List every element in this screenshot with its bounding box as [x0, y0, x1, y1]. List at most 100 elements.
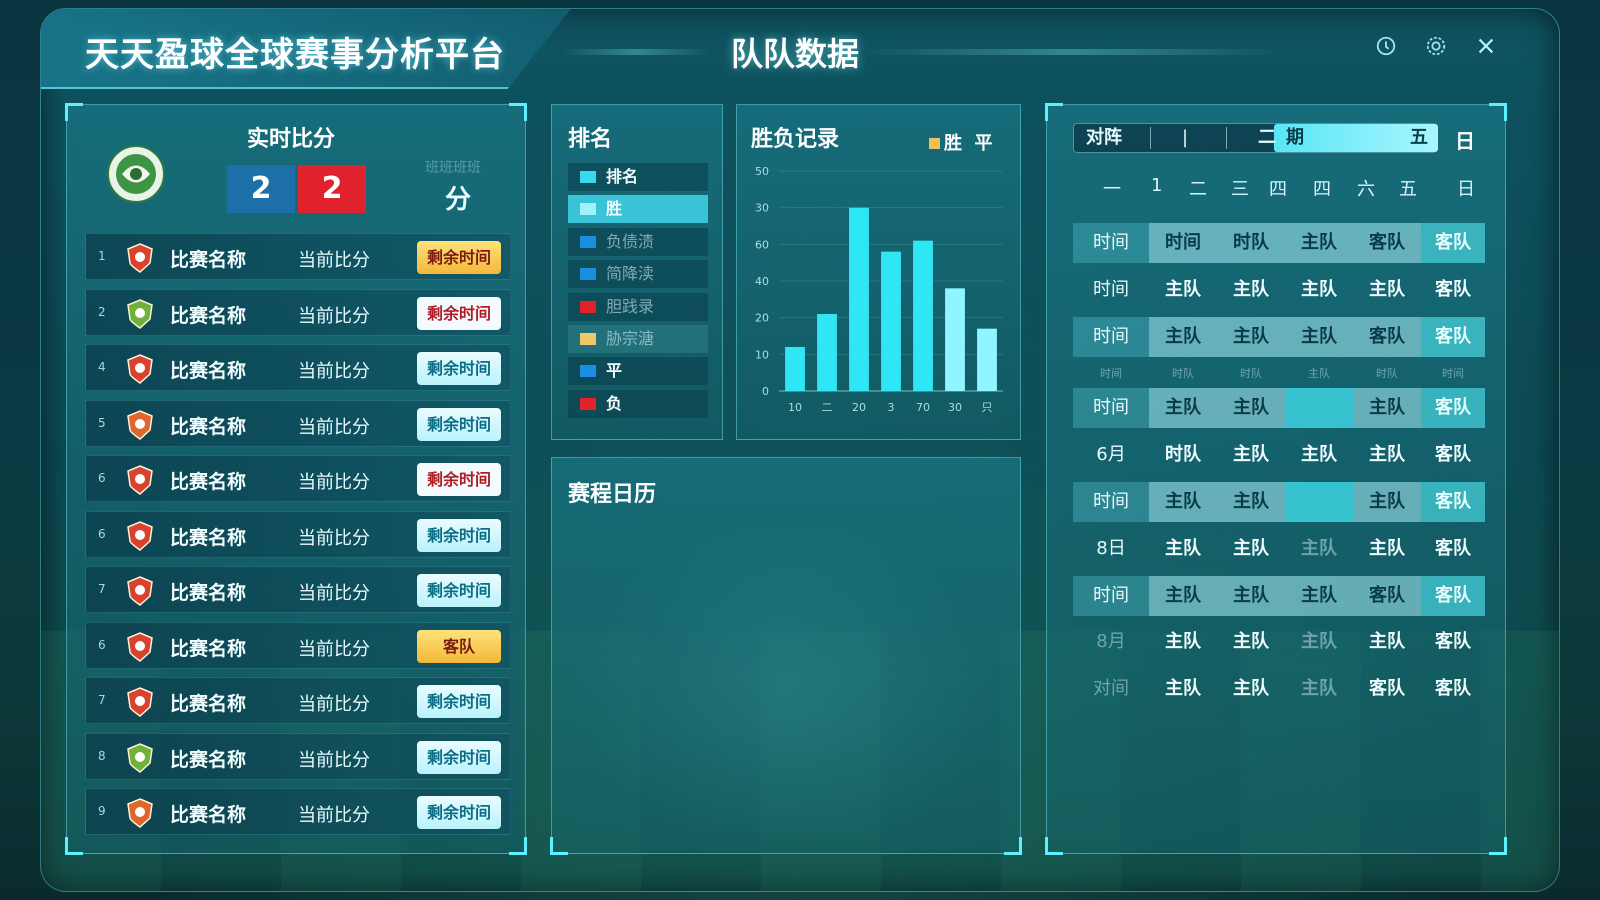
fixture-team-cell: 主队: [1301, 537, 1337, 559]
match-score: 当前比分: [298, 749, 370, 771]
fixture-team-cell: 主队: [1301, 678, 1337, 700]
club-logo: [107, 145, 165, 203]
match-row[interactable]: 8 比赛名称 当前比分 剩余时间: [85, 732, 511, 780]
weekday-label[interactable]: 三: [1231, 175, 1249, 201]
ranking-item[interactable]: 平: [568, 357, 708, 386]
week-tab-sun[interactable]: 日: [1455, 125, 1475, 154]
record-title: 胜负记录: [751, 127, 840, 152]
fixtures-table: 时间 时间 时队 主队 客队 客队 时间 主队 主队 主队 主队 客队 时间 主队 主队 主队 客队 客队 时间 时队…: [1073, 223, 1485, 716]
fixture-row[interactable]: 时间 时队 时队 主队 时队 时间: [1073, 363, 1485, 385]
time-remaining-badge[interactable]: 剩余时间: [417, 740, 501, 774]
match-row[interactable]: 7 比赛名称 当前比分 剩余时间: [85, 566, 511, 613]
weekday-label[interactable]: 五: [1399, 175, 1417, 201]
weekday-label[interactable]: 日: [1457, 175, 1475, 201]
match-row[interactable]: 6 比赛名称 当前比分 剩余时间: [85, 510, 511, 558]
match-row[interactable]: 9 比赛名称 当前比分 剩余时间: [85, 788, 511, 835]
bar[interactable]: [945, 288, 965, 391]
match-index: 7: [98, 693, 106, 707]
time-remaining-badge[interactable]: 剩余时间: [417, 352, 501, 385]
weekday-label[interactable]: 四: [1269, 175, 1287, 201]
match-score: 当前比分: [298, 694, 370, 715]
close-icon[interactable]: [1473, 35, 1499, 61]
match-row[interactable]: 4 比赛名称 当前比分 剩余时间: [85, 344, 511, 391]
week-tab-period[interactable]: 期: [1286, 124, 1304, 152]
fixture-row[interactable]: 时间 时间 时队 主队 客队 客队: [1073, 223, 1485, 263]
gear-icon[interactable]: [1423, 35, 1449, 61]
match-name: 比赛名称: [170, 415, 247, 438]
fixture-row[interactable]: 时间 主队 主队 主队 客队 客队: [1073, 575, 1485, 616]
fixture-team-cell: 主队: [1353, 481, 1421, 522]
weekday-label[interactable]: 一: [1103, 175, 1121, 201]
match-row[interactable]: 6 比赛名称 当前比分 剩余时间: [85, 455, 511, 502]
ranking-item[interactable]: 胜: [568, 195, 708, 224]
fixture-row[interactable]: 时间 主队 主队 主队 客队 客队: [1073, 316, 1485, 357]
match-row[interactable]: 1 比赛名称 当前比分 剩余时间: [85, 233, 511, 280]
x-tick-label: 10: [788, 401, 802, 414]
time-remaining-badge[interactable]: 剩余时间: [417, 407, 501, 441]
fixture-team-cell: 客队: [1435, 278, 1471, 300]
week-selector[interactable]: 对阵 | 二 期 五: [1073, 123, 1438, 153]
fixture-row[interactable]: 时间 主队 主队 主队 客队: [1073, 481, 1485, 522]
time-remaining-badge[interactable]: 客队: [417, 629, 501, 663]
ranking-item[interactable]: 胆践录: [568, 292, 708, 321]
bar[interactable]: [881, 251, 901, 391]
match-score: 当前比分: [298, 250, 370, 271]
week-tab-fri[interactable]: 五: [1410, 124, 1428, 152]
weekday-label[interactable]: 六: [1357, 175, 1375, 201]
time-remaining-badge[interactable]: 剩余时间: [417, 463, 501, 496]
ranking-item[interactable]: 负债渍: [568, 227, 708, 256]
weekday-label[interactable]: 二: [1189, 175, 1207, 201]
fixture-team-cell: 客队: [1353, 575, 1421, 616]
match-name: 比赛名称: [170, 249, 247, 271]
x-tick-label: 只: [982, 401, 993, 414]
ranking-item[interactable]: 排名: [568, 163, 708, 191]
match-row[interactable]: 5 比赛名称 当前比分 剩余时间: [85, 399, 511, 447]
fixture-row[interactable]: 时间 主队 主队 主队 主队 客队: [1073, 270, 1485, 310]
fixture-row[interactable]: 6月 时队 主队 主队 主队 客队: [1073, 435, 1485, 475]
week-tab-matchup[interactable]: 对阵: [1086, 124, 1122, 152]
fixture-team-cell: 主队: [1301, 444, 1337, 466]
week-tab-2[interactable]: |: [1182, 124, 1188, 152]
color-swatch: [580, 397, 596, 410]
week-tab-3[interactable]: 二: [1258, 124, 1276, 152]
match-index: 6: [98, 637, 106, 652]
bar[interactable]: [785, 347, 805, 391]
match-row[interactable]: 7 比赛名称 当前比分 剩余时间: [85, 677, 511, 724]
fixture-team-cell: 主队: [1149, 388, 1217, 429]
bar[interactable]: [849, 207, 869, 391]
match-row[interactable]: 2 比赛名称 当前比分 剩余时间: [85, 288, 511, 336]
weekday-label[interactable]: 1: [1151, 175, 1162, 196]
weekday-label[interactable]: 四: [1313, 175, 1331, 201]
time-remaining-badge[interactable]: 剩余时间: [417, 518, 501, 552]
ranking-item[interactable]: 胁宗溏: [568, 324, 708, 353]
question-icon[interactable]: [1373, 35, 1399, 61]
ranking-item[interactable]: 简降渎: [568, 260, 708, 289]
bar-chart: 0 10 20 40 60 30 50 10 二 20 3 70 30 只: [755, 165, 1003, 414]
fixture-team-cell: 主队: [1308, 367, 1330, 381]
fixture-team-cell: 客队: [1421, 223, 1485, 263]
match-name: 比赛名称: [170, 693, 247, 715]
match-index: 9: [98, 804, 106, 818]
fixture-team-cell: 客队: [1435, 537, 1471, 559]
match-row[interactable]: 6 比赛名称 当前比分 客队: [85, 621, 511, 669]
fixture-time-cell: 6月: [1096, 444, 1126, 466]
ranking-item[interactable]: 负: [568, 389, 708, 418]
match-index: 5: [98, 415, 106, 430]
fixture-row[interactable]: 8日 主队 主队 主队 主队 客队: [1073, 529, 1485, 569]
fixture-row[interactable]: 时间 主队 主队 主队 客队: [1073, 388, 1485, 429]
time-remaining-badge[interactable]: 剩余时间: [417, 574, 501, 607]
bar[interactable]: [817, 314, 837, 391]
time-remaining-badge[interactable]: 剩余时间: [417, 296, 501, 330]
time-remaining-badge[interactable]: 剩余时间: [417, 685, 501, 718]
fixture-row[interactable]: 8月 主队 主队 主队 主队 客队: [1073, 622, 1485, 662]
color-swatch: [580, 171, 596, 183]
calendar-area[interactable]: [572, 518, 1000, 833]
time-remaining-badge[interactable]: 剩余时间: [417, 796, 501, 829]
time-remaining-badge[interactable]: 剩余时间: [417, 241, 501, 274]
fixture-team-cell: 主队: [1233, 678, 1269, 700]
team-crest-icon: [126, 409, 154, 440]
bar[interactable]: [913, 240, 933, 391]
bar[interactable]: [977, 328, 997, 391]
team-crest-icon: [126, 742, 154, 773]
fixture-row[interactable]: 对间 主队 主队 主队 客队 客队: [1073, 669, 1485, 709]
